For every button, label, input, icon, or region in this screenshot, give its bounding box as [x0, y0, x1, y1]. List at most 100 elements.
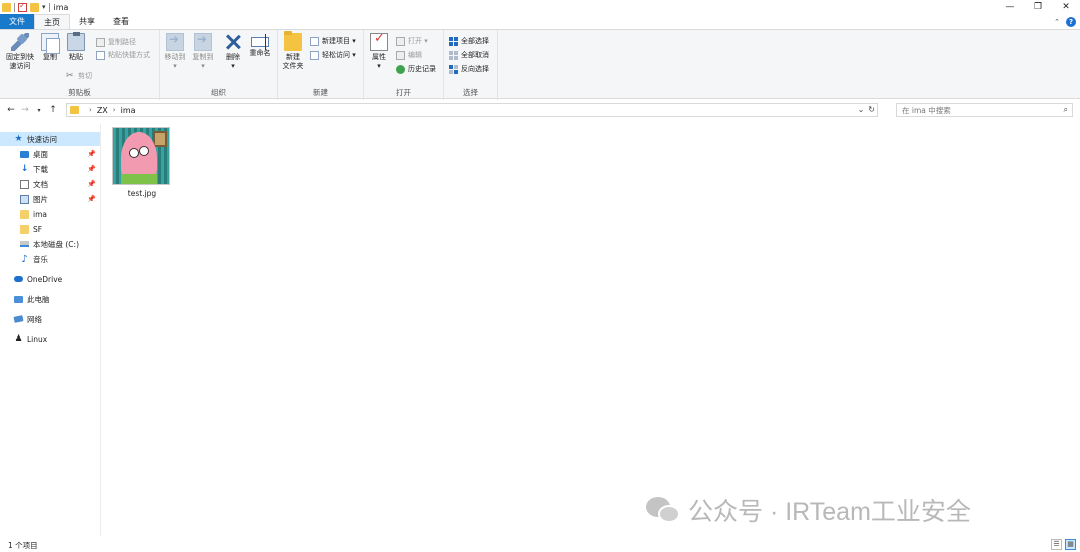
edit-button[interactable]: 编辑 [396, 49, 422, 61]
ribbon-tabs: 文件 主页 共享 查看 ⌃ ? [0, 14, 1080, 29]
paste-button[interactable]: 粘贴 [64, 32, 88, 62]
minimize-button[interactable]: — [996, 0, 1024, 14]
select-group-label: 选择 [463, 88, 478, 97]
open-button[interactable]: 打开 ▾ [396, 35, 428, 47]
sidebar-item-documents[interactable]: 文档 📌 [0, 177, 100, 191]
download-icon: ↓ [20, 163, 29, 174]
easy-access-icon [310, 50, 319, 60]
sidebar-item-sf[interactable]: SF [0, 222, 100, 236]
paste-label: 粘贴 [69, 53, 83, 61]
copy-label: 复制 [43, 53, 57, 61]
properties-icon [370, 33, 388, 51]
navigation-pane: ★ 快速访问 桌面 📌 ↓ 下载 📌 文档 📌 图片 📌 ima SF 本地磁盘… [0, 124, 101, 536]
invert-selection-icon [449, 64, 458, 74]
sidebar-item-linux[interactable]: ♟ Linux [0, 332, 100, 346]
copy-button[interactable]: 复制 [40, 33, 60, 62]
move-to-icon [166, 33, 184, 51]
maximize-button[interactable]: ❐ [1024, 0, 1052, 14]
toolbar-divider [14, 2, 15, 12]
breadcrumb-separator-icon[interactable]: › [113, 106, 116, 114]
easy-access-button[interactable]: 轻松访问 ▾ [310, 49, 356, 61]
copy-path-button[interactable]: 复制路径 [96, 36, 136, 48]
recent-locations-icon[interactable]: ▾ [32, 107, 46, 114]
pin-icon[interactable]: 📌 [87, 180, 96, 188]
sidebar-item-pictures[interactable]: 图片 📌 [0, 192, 100, 206]
copy-to-button[interactable]: 复制到 ▾ [190, 33, 216, 71]
file-item[interactable]: test.jpg [112, 127, 172, 198]
pin-icon[interactable]: 📌 [87, 195, 96, 203]
delete-button[interactable]: 删除 ▾ [222, 33, 244, 71]
select-none-button[interactable]: 全部取消 [449, 49, 489, 61]
navigation-bar: ← → ▾ ↑ › ZX › ima ⌄ ↻ ⌕ [0, 100, 1080, 120]
new-folder-icon[interactable] [30, 2, 39, 12]
address-dropdown-icon[interactable]: ⌄ [858, 104, 865, 116]
desktop-icon [20, 150, 29, 158]
breadcrumb-ima[interactable]: ima [121, 106, 136, 115]
cut-button[interactable]: ✂ 剪切 [66, 70, 92, 82]
details-view-icon[interactable]: ☰ [1051, 539, 1062, 550]
sidebar-item-music[interactable]: ♪ 音乐 [0, 252, 100, 266]
history-icon [396, 64, 405, 74]
folder-icon [2, 2, 11, 12]
search-box[interactable]: ⌕ [896, 103, 1073, 117]
wechat-logo-icon [646, 497, 680, 523]
close-button[interactable]: ✕ [1052, 0, 1080, 14]
pin-label-2: 速访问 [9, 62, 31, 70]
sidebar-item-desktop[interactable]: 桌面 📌 [0, 147, 100, 161]
folder-icon [20, 209, 29, 219]
network-icon [13, 315, 24, 323]
sidebar-item-network[interactable]: 网络 [0, 312, 100, 326]
status-bar: 1 个项目 ☰ ▦ [0, 538, 1080, 552]
large-icons-view-icon[interactable]: ▦ [1065, 539, 1076, 550]
star-icon: ★ [14, 133, 23, 144]
history-button[interactable]: 历史记录 [396, 63, 436, 75]
select-group: 全部选择 全部取消 反向选择 选择 [444, 30, 498, 100]
address-bar[interactable]: › ZX › ima ⌄ ↻ [66, 103, 878, 117]
ribbon: 固定到快 速访问 复制 粘贴 复制路径 粘贴快捷方式 ✂ 剪切 剪贴板 移动到 [0, 29, 1080, 100]
pin-icon[interactable]: 📌 [87, 150, 96, 158]
tab-file[interactable]: 文件 [0, 14, 34, 29]
new-item-icon [310, 36, 319, 46]
breadcrumb-separator-icon[interactable]: › [89, 106, 92, 114]
select-all-icon [449, 36, 458, 46]
onedrive-icon [14, 276, 23, 282]
sidebar-item-downloads[interactable]: ↓ 下载 📌 [0, 162, 100, 176]
collapse-ribbon-icon[interactable]: ⌃ [1054, 18, 1060, 26]
search-input[interactable] [897, 105, 1047, 115]
properties-icon[interactable] [18, 1, 27, 12]
up-icon[interactable]: ↑ [46, 105, 60, 115]
move-to-button[interactable]: 移动到 ▾ [162, 33, 188, 71]
refresh-icon[interactable]: ↻ [868, 104, 875, 116]
pin-icon[interactable]: 📌 [87, 165, 96, 173]
sidebar-item-this-pc[interactable]: 此电脑 [0, 292, 100, 306]
customize-toolbar-icon[interactable]: ▾ [42, 3, 46, 11]
organize-group: 移动到 ▾ 复制到 ▾ 删除 ▾ 重命名 组织 [160, 30, 278, 100]
forward-icon[interactable]: → [18, 105, 32, 115]
sidebar-item-ima[interactable]: ima [0, 207, 100, 221]
new-folder-button[interactable]: 新建 文件夹 [280, 31, 306, 71]
paste-shortcut-icon [96, 50, 105, 60]
paste-shortcut-button[interactable]: 粘贴快捷方式 [96, 49, 150, 61]
tab-home[interactable]: 主页 [34, 14, 70, 29]
pin-to-quick-access-button[interactable]: 固定到快 速访问 [3, 33, 37, 71]
watermark: 公众号 · IRTeam工业安全 [646, 492, 971, 528]
computer-icon [14, 295, 23, 303]
invert-selection-button[interactable]: 反向选择 [449, 63, 489, 75]
sidebar-item-onedrive[interactable]: OneDrive [0, 272, 100, 286]
properties-button[interactable]: 属性 ▾ [368, 33, 390, 71]
title-bar: ▾ ima — ❐ ✕ [0, 0, 1080, 14]
sidebar-item-quick-access[interactable]: ★ 快速访问 [0, 132, 100, 146]
breadcrumb-zx[interactable]: ZX [97, 106, 108, 115]
rename-button[interactable]: 重命名 [248, 33, 272, 58]
copy-icon [41, 33, 60, 54]
sidebar-item-local-disk[interactable]: 本地磁盘 (C:) [0, 237, 100, 251]
select-all-button[interactable]: 全部选择 [449, 35, 489, 47]
tab-view[interactable]: 查看 [104, 14, 138, 29]
new-item-button[interactable]: 新建项目 ▾ [310, 35, 356, 47]
new-group-label: 新建 [313, 88, 328, 97]
back-icon[interactable]: ← [4, 105, 18, 115]
help-icon[interactable]: ? [1066, 16, 1076, 27]
search-icon[interactable]: ⌕ [1064, 105, 1068, 115]
toolbar-divider [48, 2, 50, 12]
tab-share[interactable]: 共享 [70, 14, 104, 29]
